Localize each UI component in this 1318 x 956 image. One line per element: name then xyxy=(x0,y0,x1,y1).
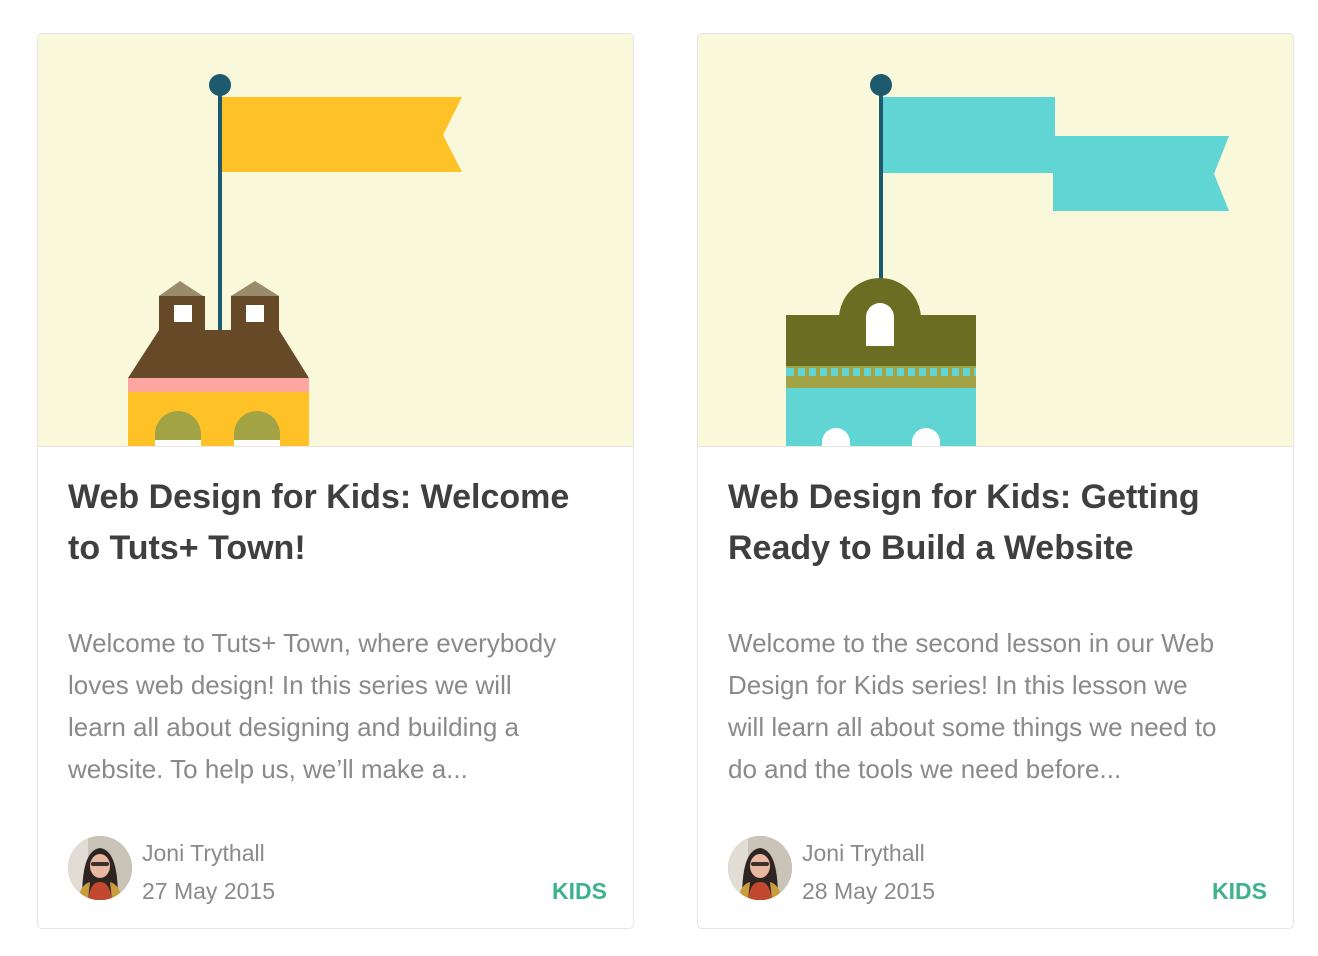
excerpt-line: website. To help us, we’ll make a... xyxy=(68,754,468,784)
excerpt-line: will learn all about some things we need… xyxy=(728,712,1217,742)
excerpt-line: Design for Kids series! In this lesson w… xyxy=(728,670,1188,700)
author-avatar[interactable] xyxy=(728,836,792,900)
excerpt-line: do and the tools we need before... xyxy=(728,754,1122,784)
article-excerpt: Welcome to Tuts+ Town, where everybody l… xyxy=(68,622,608,790)
article-title-line: Web Design for Kids: Welcome xyxy=(68,478,570,516)
author-avatar[interactable] xyxy=(68,836,132,900)
article-card[interactable]: Web Design for Kids: Getting Ready to Bu… xyxy=(697,33,1294,929)
article-hero-image[interactable] xyxy=(698,34,1293,447)
excerpt-line: loves web design! In this series we will xyxy=(68,670,512,700)
publish-date: 27 May 2015 xyxy=(142,878,275,904)
article-card[interactable]: Web Design for Kids: Welcome to Tuts+ To… xyxy=(37,33,634,929)
category-tag[interactable]: KIDS xyxy=(1212,878,1267,905)
category-tag[interactable]: KIDS xyxy=(552,878,607,905)
article-meta: Joni Trythall 27 May 2015 KIDS xyxy=(68,834,607,906)
author-name[interactable]: Joni Trythall xyxy=(802,840,925,867)
author-name[interactable]: Joni Trythall xyxy=(142,840,265,867)
author-avatar-icon xyxy=(728,836,792,900)
publish-date: 28 May 2015 xyxy=(802,878,935,904)
article-title-line: Web Design for Kids: Getting xyxy=(728,478,1200,516)
article-title-line: Ready to Build a Website xyxy=(728,529,1134,567)
excerpt-line: Welcome to Tuts+ Town, where everybody xyxy=(68,628,557,658)
article-title[interactable]: Web Design for Kids: Welcome to Tuts+ To… xyxy=(68,472,608,574)
article-excerpt: Welcome to the second lesson in our Web … xyxy=(728,622,1268,790)
article-title-line: to Tuts+ Town! xyxy=(68,529,306,567)
article-hero-image[interactable] xyxy=(38,34,633,447)
article-meta: Joni Trythall 28 May 2015 KIDS xyxy=(728,834,1267,906)
author-avatar-icon xyxy=(68,836,132,900)
article-grid: Web Design for Kids: Welcome to Tuts+ To… xyxy=(0,0,1318,956)
excerpt-line: Welcome to the second lesson in our Web xyxy=(728,628,1215,658)
excerpt-line: learn all about designing and building a xyxy=(68,712,520,742)
teal-flag-tower-illustration xyxy=(786,74,1229,446)
yellow-flag-house-illustration xyxy=(128,74,462,446)
article-title[interactable]: Web Design for Kids: Getting Ready to Bu… xyxy=(728,472,1268,574)
